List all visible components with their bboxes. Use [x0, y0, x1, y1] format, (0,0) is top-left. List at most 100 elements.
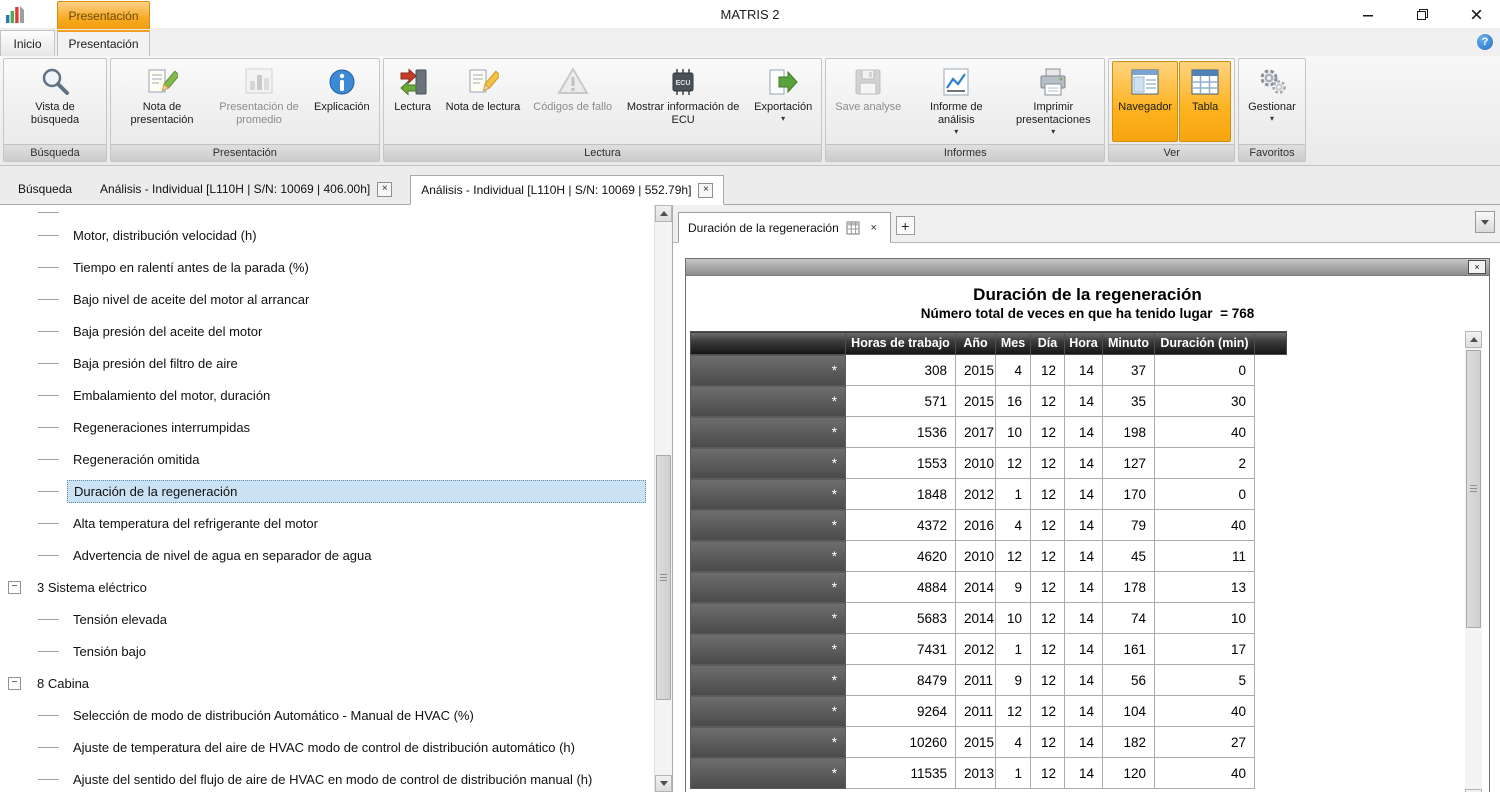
- ribbon-button-mostrar-informacion-de-ecu[interactable]: ECUMostrar información de ECU: [619, 61, 747, 142]
- tree-connector-line: [38, 747, 59, 748]
- ribbon-button-imprimir-presentaciones[interactable]: Imprimir presentaciones▾: [1005, 61, 1101, 142]
- close-button[interactable]: [1456, 2, 1496, 28]
- tree-item-advertencia-de-nivel-de-agua-e[interactable]: Advertencia de nivel de agua en separado…: [0, 539, 654, 571]
- result-tab-close-icon[interactable]: ×: [867, 221, 881, 235]
- ribbon-button-informe-de-analisis[interactable]: Informe de análisis▾: [908, 61, 1004, 142]
- ribbon-button-nota-de-lectura[interactable]: Nota de lectura: [440, 61, 527, 142]
- table-cell: 2012: [956, 479, 996, 510]
- scrollbar-up-button[interactable]: [1465, 331, 1482, 348]
- tree-item-tension-bajo[interactable]: Tensión bajo: [0, 635, 654, 667]
- tree-item-tiempo-en-ralenti-antes-de-la-[interactable]: Tiempo en ralentí antes de la parada (%): [0, 251, 654, 283]
- minimize-button[interactable]: [1348, 2, 1388, 28]
- ribbon-tab-presentacion[interactable]: Presentación: [57, 30, 150, 56]
- column-header-hora[interactable]: Hora: [1065, 332, 1103, 355]
- table-row[interactable]: *155320101212141272: [691, 448, 1287, 479]
- column-header-dia[interactable]: Día: [1031, 332, 1065, 355]
- table-row[interactable]: *1153520131121412040: [691, 758, 1287, 789]
- result-subtitle: Número total de veces en que ha tenido l…: [686, 306, 1489, 321]
- document-tab-analisis-individual-l110h-s-n-[interactable]: Análisis - Individual [L110H | S/N: 1006…: [410, 175, 724, 205]
- table-row[interactable]: *8479201191214565: [691, 665, 1287, 696]
- scrollbar-thumb[interactable]: [656, 455, 671, 700]
- inner-window-close-icon[interactable]: ×: [1468, 260, 1486, 274]
- application-window: Presentación MATRIS 2 Inicio Presentació…: [0, 0, 1500, 792]
- ribbon-button-tabla[interactable]: Tabla: [1179, 61, 1231, 142]
- column-header-duracion-min[interactable]: Duración (min): [1155, 332, 1255, 355]
- table-row[interactable]: *568320141012147410: [691, 603, 1287, 634]
- tree-item-seleccion-de-modo-de-distribuc[interactable]: Selección de modo de distribución Automá…: [0, 699, 654, 731]
- row-filler: [1255, 665, 1287, 696]
- table-cell: 5683: [846, 603, 956, 634]
- table-cell: 14: [1065, 727, 1103, 758]
- tree-item-motor-distribucion-velocidad-h[interactable]: Motor, distribución velocidad (h): [0, 219, 654, 251]
- table-row[interactable]: *43722016412147940: [691, 510, 1287, 541]
- table-cell: 12: [1031, 510, 1065, 541]
- column-header-mes[interactable]: Mes: [996, 332, 1031, 355]
- table-cell: 14: [1065, 510, 1103, 541]
- result-tab[interactable]: Duración de la regeneración ×: [678, 212, 891, 243]
- ribbon-button-lectura[interactable]: Lectura: [387, 61, 439, 142]
- table-cell: 14: [1065, 541, 1103, 572]
- ribbon-button-explicacion[interactable]: Explicación: [308, 61, 376, 142]
- restore-button[interactable]: [1402, 2, 1442, 28]
- column-header-minuto[interactable]: Minuto: [1103, 332, 1155, 355]
- ribbon-button-vista-de-busqueda[interactable]: Vista de búsqueda: [7, 61, 103, 142]
- tree-item-duracion-de-la-regeneracion[interactable]: Duración de la regeneración: [0, 475, 654, 507]
- tree-item-3-sistema-electrico[interactable]: −3 Sistema eléctrico: [0, 571, 654, 603]
- table-cell: 14: [1065, 448, 1103, 479]
- tree-item-8-cabina[interactable]: −8 Cabina: [0, 667, 654, 699]
- table-cell: 2016: [956, 510, 996, 541]
- column-header-horas-de-trabajo[interactable]: Horas de trabajo: [846, 332, 956, 355]
- row-filler: [1255, 355, 1287, 386]
- table-row[interactable]: *488420149121417813: [691, 572, 1287, 603]
- table-cell: 8479: [846, 665, 956, 696]
- tree-item-ajuste-del-sentido-del-flujo-d[interactable]: Ajuste del sentido del flujo de aire de …: [0, 763, 654, 792]
- tree-item-baja-presion-del-filtro-de-air[interactable]: Baja presión del filtro de aire: [0, 347, 654, 379]
- tab-close-icon[interactable]: ×: [377, 182, 392, 197]
- table-cell: 16: [996, 386, 1031, 417]
- tree-item-label: Alta temperatura del refrigerante del mo…: [67, 513, 324, 534]
- inner-window-header[interactable]: ×: [686, 259, 1489, 276]
- ribbon-button-gestionar[interactable]: Gestionar▾: [1242, 61, 1302, 142]
- tree-item-tension-elevada[interactable]: Tensión elevada: [0, 603, 654, 635]
- add-tab-button[interactable]: +: [896, 216, 915, 235]
- table-row[interactable]: *1026020154121418227: [691, 727, 1287, 758]
- export-icon: [767, 66, 799, 98]
- tree-collapse-icon[interactable]: −: [8, 677, 21, 690]
- table-row[interactable]: *57120151612143530: [691, 386, 1287, 417]
- table-cell: 182: [1103, 727, 1155, 758]
- table-row[interactable]: *308201541214370: [691, 355, 1287, 386]
- tree-item-ajuste-de-temperatura-del-aire[interactable]: Ajuste de temperatura del aire de HVAC m…: [0, 731, 654, 763]
- tabstrip-menu-button[interactable]: [1475, 211, 1495, 233]
- ribbon-tab-inicio[interactable]: Inicio: [0, 30, 55, 56]
- tree-item-bajo-nivel-de-aceite-del-motor[interactable]: Bajo nivel de aceite del motor al arranc…: [0, 283, 654, 315]
- table-cell: 2: [1155, 448, 1255, 479]
- tree-scrollbar[interactable]: [654, 205, 671, 792]
- tab-close-icon[interactable]: ×: [698, 183, 713, 198]
- table-row[interactable]: *18482012112141700: [691, 479, 1287, 510]
- table-scrollbar[interactable]: [1465, 331, 1482, 792]
- help-icon[interactable]: ?: [1477, 34, 1493, 50]
- tree-collapse-icon[interactable]: −: [8, 581, 21, 594]
- scrollbar-down-button[interactable]: [655, 775, 672, 792]
- tree-item-regeneraciones-interrumpidas[interactable]: Regeneraciones interrumpidas: [0, 411, 654, 443]
- tree-item-regeneracion-omitida[interactable]: Regeneración omitida: [0, 443, 654, 475]
- column-header-ano[interactable]: Año: [956, 332, 996, 355]
- tree-connector-line: [38, 619, 59, 620]
- analysis-report-icon: [940, 66, 972, 98]
- document-tab-busqueda[interactable]: Búsqueda: [8, 174, 82, 204]
- tree-item-baja-presion-del-aceite-del-mo[interactable]: Baja presión del aceite del motor: [0, 315, 654, 347]
- dropdown-arrow-icon: ▾: [781, 115, 785, 123]
- ribbon-button-exportacion[interactable]: Exportación▾: [748, 61, 818, 142]
- ribbon-button-nota-de-presentacion[interactable]: Nota de presentación: [114, 61, 210, 142]
- table-row[interactable]: *743120121121416117: [691, 634, 1287, 665]
- table-row[interactable]: *9264201112121410440: [691, 696, 1287, 727]
- tree-item-alta-temperatura-del-refrigera[interactable]: Alta temperatura del refrigerante del mo…: [0, 507, 654, 539]
- tree-item-embalamiento-del-motor-duracio[interactable]: Embalamiento del motor, duración: [0, 379, 654, 411]
- document-tab-analisis-individual-l110h-s-n-[interactable]: Análisis - Individual [L110H | S/N: 1006…: [90, 174, 402, 204]
- scrollbar-thumb[interactable]: [1466, 350, 1481, 628]
- table-row[interactable]: *1536201710121419840: [691, 417, 1287, 448]
- average-presentation-icon: [243, 66, 275, 98]
- table-row[interactable]: *462020101212144511: [691, 541, 1287, 572]
- ribbon-button-navegador[interactable]: Navegador: [1112, 61, 1178, 142]
- scrollbar-up-button[interactable]: [655, 205, 672, 222]
